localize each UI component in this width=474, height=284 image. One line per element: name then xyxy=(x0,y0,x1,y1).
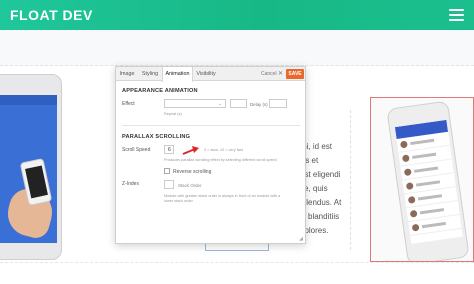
scroll-speed-hint: 0 = slow, 10 = very fast xyxy=(204,148,243,152)
resize-handle-icon[interactable]: ◢ xyxy=(299,236,303,242)
background-paragraph: mi, id est ilis et est eligendi ce, quis… xyxy=(300,140,352,238)
repeat-label: Repeat (s) xyxy=(164,112,182,116)
cancel-button[interactable]: Cancel xyxy=(261,67,277,81)
tab-animation[interactable]: Animation xyxy=(162,67,193,82)
red-arrow-icon xyxy=(182,146,199,155)
tab-image[interactable]: Image xyxy=(116,67,138,81)
zindex-description-2: lower stack order xyxy=(164,199,193,203)
dialog-tabs: Image Styling Animation Visibility Cance… xyxy=(116,67,305,82)
text-line: mi, id est xyxy=(300,142,333,151)
zindex-description: Module with greater stack order is alway… xyxy=(164,194,281,198)
header-band xyxy=(0,30,474,66)
zindex-placeholder: Stack Order xyxy=(178,183,202,188)
reverse-scrolling-checkbox[interactable] xyxy=(164,168,170,174)
parallax-heading: PARALLAX SCROLLING xyxy=(122,134,191,140)
selected-image-module[interactable] xyxy=(370,97,474,262)
reverse-scrolling-label: Reverse scrolling xyxy=(173,169,212,175)
repeat-field[interactable] xyxy=(269,99,287,108)
zindex-input[interactable] xyxy=(164,180,174,189)
tab-visibility[interactable]: Visibility xyxy=(193,67,219,81)
close-icon[interactable]: ✕ xyxy=(278,67,283,81)
delay-field[interactable] xyxy=(230,99,247,108)
text-line: ce, quis xyxy=(300,184,328,193)
zindex-label: Z-Index xyxy=(122,181,139,187)
scroll-speed-input[interactable]: 6 xyxy=(164,145,174,154)
site-logo[interactable]: FLOAT DEV xyxy=(10,7,93,23)
text-line: ellendus. At xyxy=(300,198,342,207)
text-line: est eligendi xyxy=(300,170,341,179)
scroll-speed-label: Scroll Speed xyxy=(122,147,151,153)
text-line: ilis et xyxy=(300,156,319,165)
appearance-heading: APPEARANCE ANIMATION xyxy=(122,88,198,94)
top-header: FLOAT DEV xyxy=(0,0,474,30)
text-line: dolores. xyxy=(300,226,329,235)
phone-device xyxy=(386,100,470,261)
tab-styling[interactable]: Styling xyxy=(138,67,162,81)
delay-label: Delay (s) xyxy=(250,102,268,107)
tablet-image xyxy=(0,72,62,260)
scroll-speed-description: Produces parallax scrolling effect by se… xyxy=(164,158,277,162)
save-button[interactable]: SAVE xyxy=(286,69,304,79)
text-line: is blanditiis xyxy=(300,212,340,221)
hamburger-icon[interactable] xyxy=(449,9,464,21)
effect-label: Effect xyxy=(122,101,135,107)
module-settings-dialog: Image Styling Animation Visibility Cance… xyxy=(115,66,306,244)
effect-select[interactable]: ⌄ xyxy=(164,99,226,108)
chevron-down-icon: ⌄ xyxy=(217,101,222,107)
row-divider xyxy=(0,262,474,263)
